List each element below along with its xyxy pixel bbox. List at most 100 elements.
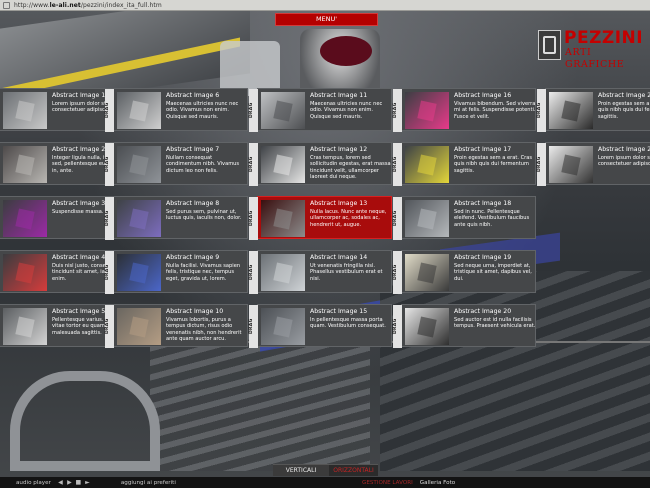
breadcrumb-section[interactable]: GESTIONE LAVORI — [362, 480, 413, 486]
thumbnail-image[interactable] — [3, 308, 47, 345]
drag-handle[interactable]: DRAG — [249, 197, 258, 240]
prev-icon[interactable]: ◀ — [57, 479, 64, 486]
thumbnail-card[interactable]: DRAG Abstract Image 22 Lorem ipsum dolor s… — [537, 142, 650, 186]
card-title: Abstract Image 18 — [454, 200, 512, 207]
thumbnail-card[interactable]: DRAG Abstract Image 14 Ut venenatis fringi… — [249, 250, 392, 294]
thumbnail-image[interactable] — [405, 200, 449, 237]
logo-subtitle: ARTI GRAFICHE — [565, 47, 625, 70]
thumbnail-image[interactable] — [405, 254, 449, 291]
card-description: Sed purus sem, pulvinar ut, luctus quis,… — [166, 209, 242, 222]
menu-button[interactable]: MENU' — [275, 13, 378, 26]
drag-handle[interactable]: DRAG — [105, 251, 114, 294]
drag-handle[interactable]: DRAG — [393, 143, 402, 186]
address-text[interactable]: http://www.le-ali.net/pezzini/index_ita_… — [14, 2, 162, 9]
card-description: Lorem ipsum dolor sit amet, consectetuer… — [598, 155, 650, 168]
thumbnail-image[interactable] — [3, 146, 47, 183]
thumbnail-card[interactable]: DRAG Abstract Image 7 Nullam consequat con… — [105, 142, 248, 186]
vertical-view-button[interactable]: VERTICALI — [273, 464, 329, 476]
thumbnail-card[interactable]: DRAG Abstract Image 8 Sed purus sem, pulvi… — [105, 196, 248, 240]
thumbnail-card[interactable]: DRAG Abstract Image 12 Cras tempus, lorem … — [249, 142, 392, 186]
thumbnail-card[interactable]: DRAG Abstract Image 6 Maecenas ultricies n… — [105, 88, 248, 132]
card-title: Abstract Image 22 — [598, 146, 650, 153]
thumbnail-image[interactable] — [3, 92, 47, 129]
next-icon[interactable]: ► — [84, 479, 91, 486]
horizontal-view-button[interactable]: ORIZZONTALI — [329, 464, 378, 476]
thumbnail-image[interactable] — [261, 254, 305, 291]
play-icon[interactable]: ▶ — [66, 479, 73, 486]
thumbnail-card[interactable]: DRAG Abstract Image 20 Sed auctor est id n… — [393, 304, 536, 348]
card-title: Abstract Image 11 — [310, 92, 368, 99]
thumbnail-card[interactable]: DRAG Abstract Image 10 Vivamus lobortis, p… — [105, 304, 248, 348]
thumbnail-image[interactable] — [261, 200, 305, 237]
thumbnail-image[interactable] — [117, 200, 161, 237]
thumbnail-card[interactable]: DRAG Abstract Image 11 Maecenas ultricies … — [249, 88, 392, 132]
card-title: Abstract Image 16 — [454, 92, 512, 99]
thumbnail-card[interactable]: DRAG Abstract Image 21 Proin egestas sem a… — [537, 88, 650, 132]
drag-handle[interactable]: DRAG — [105, 89, 114, 132]
drag-handle[interactable]: DRAG — [393, 305, 402, 348]
thumbnail-image[interactable] — [405, 146, 449, 183]
address-bar[interactable]: http://www.le-ali.net/pezzini/index_ita_… — [0, 0, 650, 11]
drag-handle[interactable]: DRAG — [105, 143, 114, 186]
thumbnail-card[interactable]: DRAG Abstract Image 16 Vivamus bibendum. S… — [393, 88, 536, 132]
card-description: Nullam consequat condimentum nibh. Vivam… — [166, 155, 240, 174]
thumbnail-image[interactable] — [549, 146, 593, 183]
card-description: Sed auctor est id nulla facilisis tempus… — [454, 317, 536, 330]
card-title: Abstract Image 7 — [166, 146, 220, 153]
card-title: Abstract Image 8 — [166, 200, 220, 207]
breadcrumb-page: Galleria Foto — [419, 479, 456, 486]
thumbnail-image[interactable] — [117, 146, 161, 183]
footer-bar: audio player ◀ ▶ ■ ► aggiungi ai preferi… — [0, 477, 650, 488]
card-description: Vivamus bibendum. Sed viverra mi at feli… — [454, 101, 536, 120]
drag-handle[interactable]: DRAG — [537, 89, 546, 132]
thumbnail-card[interactable]: DRAG Abstract Image 9 Nulla facilisi. Viva… — [105, 250, 248, 294]
thumbnail-image[interactable] — [261, 92, 305, 129]
drag-handle[interactable]: DRAG — [105, 305, 114, 348]
card-description: Sed neque urna, imperdiet at, tristique … — [454, 263, 532, 282]
page-icon — [3, 1, 10, 9]
thumbnail-image[interactable] — [405, 92, 449, 129]
thumbnail-image[interactable] — [549, 92, 593, 129]
card-title: Abstract Image 2 — [52, 146, 106, 153]
add-favorites-link[interactable]: aggiungi ai preferiti — [121, 480, 176, 486]
thumbnail-image[interactable] — [3, 200, 47, 237]
card-description: Ut venenatis fringilla nisl. Phasellus v… — [310, 263, 383, 282]
thumbnail-card[interactable]: DRAG Abstract Image 17 Proin egestas sem a… — [393, 142, 536, 186]
thumbnail-image[interactable] — [117, 92, 161, 129]
thumbnail-image[interactable] — [261, 146, 305, 183]
thumbnail-image[interactable] — [261, 308, 305, 345]
drag-handle[interactable]: DRAG — [537, 143, 546, 186]
drag-handle[interactable]: DRAG — [249, 143, 258, 186]
logo-mark-icon — [538, 30, 561, 60]
card-title: Abstract Image 4 — [52, 254, 106, 261]
stop-icon[interactable]: ■ — [75, 479, 82, 486]
drag-handle[interactable]: DRAG — [249, 305, 258, 348]
card-description: Maecenas ultricies nunc nec odio. Vivamu… — [166, 101, 239, 120]
card-title: Abstract Image 3 — [52, 200, 106, 207]
drag-handle[interactable]: DRAG — [393, 251, 402, 294]
card-description: Proin egestas sem a erat. Cras quis nibh… — [598, 101, 650, 120]
thumbnail-card[interactable]: DRAG Abstract Image 19 Sed neque urna, imp… — [393, 250, 536, 294]
logo[interactable]: PEZZINI ARTI GRAFICHE — [538, 28, 646, 70]
card-title: Abstract Image 21 — [598, 92, 650, 99]
thumbnail-image[interactable] — [117, 254, 161, 291]
card-title: Abstract Image 12 — [310, 146, 368, 153]
drag-handle[interactable]: DRAG — [249, 251, 258, 294]
thumbnail-card[interactable]: DRAG Abstract Image 15 In pellentesque mas… — [249, 304, 392, 348]
drag-handle[interactable]: DRAG — [105, 197, 114, 240]
card-description: Vivamus lobortis, purus a tempus dictum,… — [166, 317, 242, 342]
thumbnail-image[interactable] — [3, 254, 47, 291]
thumbnail-grid: Abstract Image 1 Lorem ipsum dolor sit am… — [0, 88, 650, 358]
card-title: Abstract Image 6 — [166, 92, 220, 99]
card-title: Abstract Image 1 — [52, 92, 106, 99]
card-title: Abstract Image 9 — [166, 254, 220, 261]
thumbnail-image[interactable] — [117, 308, 161, 345]
drag-handle[interactable]: DRAG — [249, 89, 258, 132]
thumbnail-card[interactable]: DRAG Abstract Image 18 Sed in nunc. Pellen… — [393, 196, 536, 240]
drag-handle[interactable]: DRAG — [393, 89, 402, 132]
thumbnail-image[interactable] — [405, 308, 449, 345]
drag-handle[interactable]: DRAG — [393, 197, 402, 240]
card-description: Sed in nunc. Pellentesque eleifend. Vest… — [454, 209, 530, 228]
thumbnail-card[interactable]: DRAG Abstract Image 13 Nulla lacus. Nunc a… — [249, 196, 392, 240]
logo-name: PEZZINI — [564, 28, 644, 48]
